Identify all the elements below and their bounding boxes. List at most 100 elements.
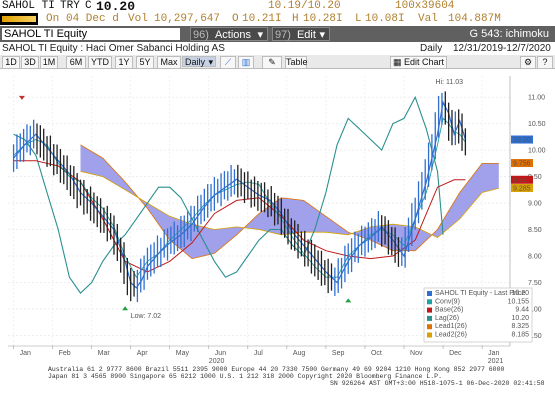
- legend-swatch: [427, 315, 432, 321]
- high-annotation: Hi: 11.03: [435, 79, 463, 86]
- date: 04 Dec d: [66, 13, 119, 25]
- y-tick-label: 8.00: [528, 254, 542, 261]
- legend-swatch: [427, 299, 432, 305]
- chevron-down-icon: ▾: [208, 57, 213, 67]
- price-label: 9.44: [513, 177, 527, 184]
- y-tick-label: 9.00: [528, 201, 542, 208]
- legend-value: 10.155: [508, 298, 530, 305]
- question-icon: ?: [542, 57, 548, 67]
- legend-swatch: [427, 324, 432, 330]
- range-6m-button[interactable]: 6M: [66, 56, 86, 69]
- high-label: H: [292, 13, 299, 25]
- legend-value: 8.185: [511, 332, 529, 339]
- range-5y-button[interactable]: 5Y: [136, 56, 154, 69]
- ticker: SAHOL TI: [2, 0, 55, 12]
- logo-block: [0, 13, 38, 25]
- security-input[interactable]: SAHOL TI Equity: [2, 28, 180, 40]
- period: Daily: [420, 43, 443, 54]
- chart-background: [0, 70, 555, 400]
- year-label: 2021: [488, 358, 504, 365]
- footer-line-3: SN 926264 AST GMT+3:00 H518-1075-1 06-De…: [330, 380, 545, 387]
- value: 104.887M: [448, 13, 501, 25]
- chart-toolbar: 1D 3D 1M 6M YTD 1Y 5Y Max Daily ▾ ⟋ ▥ ✎ T…: [0, 55, 555, 69]
- actions-num: 96): [193, 29, 209, 41]
- edit-menu[interactable]: 97) Edit ▾: [272, 27, 330, 41]
- chevron-down-icon: ▾: [319, 29, 325, 41]
- last-price: 10.20: [96, 0, 136, 14]
- pencil-icon: ✎: [268, 57, 276, 67]
- legend-label: Lead2(26): [435, 332, 467, 339]
- legend-label: Conv(9): [435, 298, 460, 305]
- settings-button[interactable]: ⚙: [520, 56, 536, 69]
- open: 10.21I: [242, 13, 282, 25]
- footer-line-1: Australia 61 2 9777 8600 Brazil 5511 239…: [48, 366, 504, 373]
- line-chart-icon: ⟋: [224, 57, 232, 67]
- annotate-button[interactable]: ✎: [262, 56, 282, 69]
- price-label: 10.20: [513, 137, 531, 144]
- x-tick-label: Jan: [20, 350, 31, 357]
- legend-swatch: [427, 307, 432, 313]
- gear-icon: ⚙: [523, 57, 533, 67]
- range-max-button[interactable]: Max: [157, 56, 181, 69]
- legend-swatch: [427, 332, 432, 338]
- edit-chart-button[interactable]: ▦ Edit Chart: [390, 56, 447, 69]
- x-tick-label: Nov: [410, 350, 423, 357]
- x-tick-label: May: [176, 350, 190, 357]
- range-1m-button[interactable]: 1M: [40, 56, 58, 69]
- y-tick-label: 7.50: [528, 280, 542, 287]
- footer-line-2: Japan 81 3 4565 8900 Singapore 65 6212 1…: [48, 373, 442, 380]
- range-3d-button[interactable]: 3D: [21, 56, 39, 69]
- edit-chart-label: Edit Chart: [404, 57, 445, 67]
- function-name: G 543: ichimoku: [469, 28, 549, 40]
- chart-style-button[interactable]: ▥: [238, 56, 254, 69]
- x-tick-label: Feb: [59, 350, 71, 357]
- chevron-down-icon: ▾: [257, 29, 263, 41]
- range-ytd-button[interactable]: YTD: [88, 56, 112, 69]
- y-tick-label: 8.50: [528, 227, 542, 234]
- legend-swatch: [427, 291, 432, 296]
- chart-type-button[interactable]: ⟋: [220, 56, 236, 69]
- legend-value: 10.20: [511, 290, 529, 297]
- volume: 10,297,647: [154, 13, 221, 25]
- vol-label: Vol: [128, 13, 148, 25]
- edit-num: 97): [275, 29, 291, 41]
- x-tick-label: Jan: [488, 350, 499, 357]
- y-tick-label: 11.00: [528, 95, 545, 102]
- edit-label: Edit: [296, 29, 316, 41]
- actions-label: Actions: [214, 29, 252, 41]
- x-tick-label: Aug: [293, 350, 306, 357]
- legend-value: 8.325: [511, 323, 529, 330]
- high: 10.28I: [303, 13, 343, 25]
- command-bar: SAHOL TI Equity 96) Actions ▾ 97) Edit ▾…: [0, 26, 555, 42]
- bid-ask-size: 100x39604: [395, 0, 455, 12]
- x-tick-label: Oct: [371, 350, 382, 357]
- quote-line-1: SAHOL TI TRY C 10.20 10.19/10.20 100x396…: [0, 0, 555, 14]
- ichimoku-chart[interactable]: 11.0010.5010.009.509.008.508.007.507.006…: [0, 70, 555, 400]
- on-label: On: [46, 13, 60, 25]
- table-button[interactable]: Table: [285, 56, 308, 69]
- legend-label: Lag(26): [435, 315, 459, 322]
- help-button[interactable]: ?: [537, 56, 553, 69]
- legend: SAHOL TI Equity - Last Price10.20Conv(9)…: [423, 287, 533, 343]
- brand-icon: [2, 16, 36, 22]
- x-tick-label: Sep: [332, 350, 345, 357]
- bar-chart-icon: ▥: [241, 57, 251, 67]
- frequency-select[interactable]: Daily ▾: [182, 56, 216, 67]
- date-range: 12/31/2019-12/7/2020: [453, 43, 551, 54]
- actions-menu[interactable]: 96) Actions ▾: [190, 27, 268, 41]
- x-tick-label: Jun: [215, 350, 226, 357]
- range-1y-button[interactable]: 1Y: [115, 56, 133, 69]
- x-tick-label: Jul: [254, 350, 263, 357]
- range-1d-button[interactable]: 1D: [2, 56, 20, 69]
- security-info-line: SAHOL TI Equity : Haci Omer Sabanci Hold…: [0, 42, 555, 55]
- y-tick-label: 10.50: [528, 121, 546, 128]
- x-tick-label: Dec: [449, 350, 462, 357]
- frequency-value: Daily: [185, 57, 206, 67]
- y-tick-label: 10.00: [528, 148, 546, 155]
- x-tick-label: Apr: [137, 350, 149, 357]
- security-title: SAHOL TI Equity : Haci Omer Sabanci Hold…: [2, 43, 225, 54]
- price-label: 9.285: [513, 185, 531, 192]
- legend-label: Base(26): [435, 307, 463, 314]
- currency: TRY: [60, 0, 80, 12]
- low-annotation: Low: 7.02: [131, 313, 161, 320]
